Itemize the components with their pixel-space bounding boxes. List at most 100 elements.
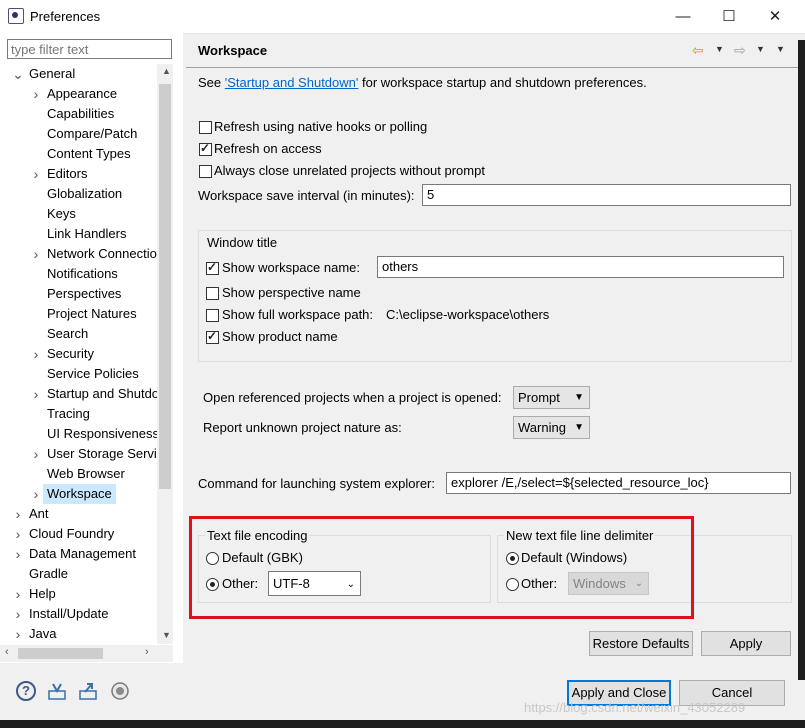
expand-closed-icon[interactable]: ›: [30, 84, 42, 104]
always-close-checkbox[interactable]: [199, 165, 212, 178]
tree-item-label: Project Natures: [47, 306, 137, 321]
tree-item-ui-responsiveness[interactable]: UI Responsiveness: [0, 424, 172, 444]
tree-item-security[interactable]: › Security: [0, 344, 172, 364]
scroll-left-icon[interactable]: ‹: [5, 646, 9, 658]
minimize-button[interactable]: —: [660, 0, 706, 33]
tree-item-label: Startup and Shutdo: [47, 386, 160, 401]
expand-closed-icon[interactable]: ›: [30, 384, 42, 404]
view-menu-icon[interactable]: ▼: [776, 44, 785, 54]
expand-open-icon[interactable]: ⌄: [12, 64, 24, 84]
show-perspective-label: Show perspective name: [222, 285, 361, 300]
tree-item-data-management[interactable]: › Data Management: [0, 544, 172, 564]
tree-item-project-natures[interactable]: Project Natures: [0, 304, 172, 324]
expand-closed-icon[interactable]: ›: [12, 544, 24, 564]
tree-item-appearance[interactable]: › Appearance: [0, 84, 172, 104]
show-full-path-checkbox[interactable]: [206, 309, 219, 322]
tree-item-label: Link Handlers: [47, 226, 127, 241]
tree-item-install-update[interactable]: › Install/Update: [0, 604, 172, 624]
tree-item-help[interactable]: › Help: [0, 584, 172, 604]
tree-item-perspectives[interactable]: Perspectives: [0, 284, 172, 304]
tree-item-label: Security: [47, 346, 94, 361]
back-arrow-icon[interactable]: ⇦: [692, 42, 704, 59]
scroll-down-icon[interactable]: ▼: [162, 630, 171, 640]
page-title: Workspace: [198, 43, 268, 58]
window-title-group-label: Window title: [205, 235, 280, 250]
tree-item-java[interactable]: › Java: [0, 624, 172, 643]
tree-item-label: User Storage Servic: [47, 446, 164, 461]
tree-item-general[interactable]: ⌄ General: [0, 64, 172, 84]
tree-item-label: Web Browser: [47, 466, 125, 481]
import-icon[interactable]: [47, 681, 67, 701]
tree-item-label: Capabilities: [47, 106, 115, 121]
show-product-checkbox[interactable]: [206, 329, 219, 344]
expand-closed-icon[interactable]: ›: [12, 584, 24, 604]
show-workspace-name-checkbox[interactable]: [206, 260, 219, 275]
restore-defaults-button[interactable]: Restore Defaults: [589, 631, 693, 656]
report-nature-label: Report unknown project nature as:: [203, 420, 402, 435]
tree-item-notifications[interactable]: Notifications: [0, 264, 172, 284]
tree-item-label: Search: [47, 326, 89, 341]
expand-closed-icon[interactable]: ›: [30, 244, 42, 264]
tree-item-label: Perspectives: [47, 286, 122, 301]
tree-item-search[interactable]: Search: [0, 324, 172, 344]
tree-item-network-connectio[interactable]: › Network Connectio: [0, 244, 172, 264]
tree-item-startup-and-shutdo[interactable]: › Startup and Shutdo: [0, 384, 172, 404]
apply-button[interactable]: Apply: [701, 631, 791, 656]
tree-item-label: Notifications: [47, 266, 118, 281]
tree-item-service-policies[interactable]: Service Policies: [0, 364, 172, 384]
tree-item-keys[interactable]: Keys: [0, 204, 172, 224]
tree-item-user-storage-servic[interactable]: › User Storage Servic: [0, 444, 172, 464]
tree-item-label: Install/Update: [29, 606, 109, 621]
chevron-down-icon: ▼: [574, 422, 584, 433]
tree-horizontal-scrollbar[interactable]: ‹ ›: [0, 645, 173, 662]
tree-item-link-handlers[interactable]: Link Handlers: [0, 224, 172, 244]
close-button[interactable]: ✕: [752, 0, 798, 33]
eclipse-app-icon: [8, 8, 24, 24]
tree-item-label: Compare/Patch: [47, 126, 138, 141]
tree-item-tracing[interactable]: Tracing: [0, 404, 172, 424]
tree-vertical-scrollbar[interactable]: ▲ ▼: [157, 64, 173, 644]
forward-arrow-icon[interactable]: ⇨: [734, 42, 746, 59]
expand-closed-icon[interactable]: ›: [30, 344, 42, 364]
tree-item-label: UI Responsiveness: [47, 426, 159, 441]
expand-closed-icon[interactable]: ›: [12, 524, 24, 544]
tree-item-gradle[interactable]: Gradle: [0, 564, 172, 584]
tree-item-capabilities[interactable]: Capabilities: [0, 104, 172, 124]
scroll-up-icon[interactable]: ▲: [162, 66, 171, 76]
workspace-name-input[interactable]: others: [377, 256, 784, 278]
open-referenced-select[interactable]: Prompt ▼: [513, 386, 590, 409]
help-icon[interactable]: ?: [16, 681, 36, 701]
tree-item-content-types[interactable]: Content Types: [0, 144, 172, 164]
expand-closed-icon[interactable]: ›: [12, 624, 24, 643]
forward-menu-chevron-icon[interactable]: ▼: [756, 44, 765, 54]
command-input[interactable]: explorer /E,/select=${selected_resource_…: [446, 472, 791, 494]
expand-closed-icon[interactable]: ›: [12, 604, 24, 624]
startup-shutdown-link[interactable]: 'Startup and Shutdown': [225, 75, 359, 90]
scroll-right-icon[interactable]: ›: [145, 646, 149, 658]
see-suffix: for workspace startup and shutdown prefe…: [358, 75, 647, 90]
maximize-button[interactable]: ☐: [706, 0, 752, 33]
tree-item-ant[interactable]: › Ant: [0, 504, 172, 524]
expand-closed-icon[interactable]: ›: [12, 504, 24, 524]
tree-item-editors[interactable]: › Editors: [0, 164, 172, 184]
tree-item-label: Keys: [47, 206, 76, 221]
expand-closed-icon[interactable]: ›: [30, 164, 42, 184]
tree-item-cloud-foundry[interactable]: › Cloud Foundry: [0, 524, 172, 544]
show-perspective-checkbox[interactable]: [206, 287, 219, 300]
scrollbar-thumb[interactable]: [18, 648, 103, 659]
expand-closed-icon[interactable]: ›: [30, 484, 42, 504]
scrollbar-thumb[interactable]: [159, 84, 171, 489]
tree-item-globalization[interactable]: Globalization: [0, 184, 172, 204]
expand-closed-icon[interactable]: ›: [30, 444, 42, 464]
report-nature-select[interactable]: Warning ▼: [513, 416, 590, 439]
back-menu-chevron-icon[interactable]: ▼: [715, 44, 724, 54]
save-interval-input[interactable]: 5: [422, 184, 791, 206]
refresh-native-checkbox[interactable]: [199, 121, 212, 134]
filter-input[interactable]: [7, 39, 172, 59]
tree-item-compare-patch[interactable]: Compare/Patch: [0, 124, 172, 144]
export-icon[interactable]: [78, 681, 98, 701]
tree-item-web-browser[interactable]: Web Browser: [0, 464, 172, 484]
tree-item-workspace[interactable]: › Workspace: [0, 484, 172, 504]
record-icon[interactable]: [110, 681, 130, 701]
refresh-access-checkbox[interactable]: [199, 141, 212, 156]
